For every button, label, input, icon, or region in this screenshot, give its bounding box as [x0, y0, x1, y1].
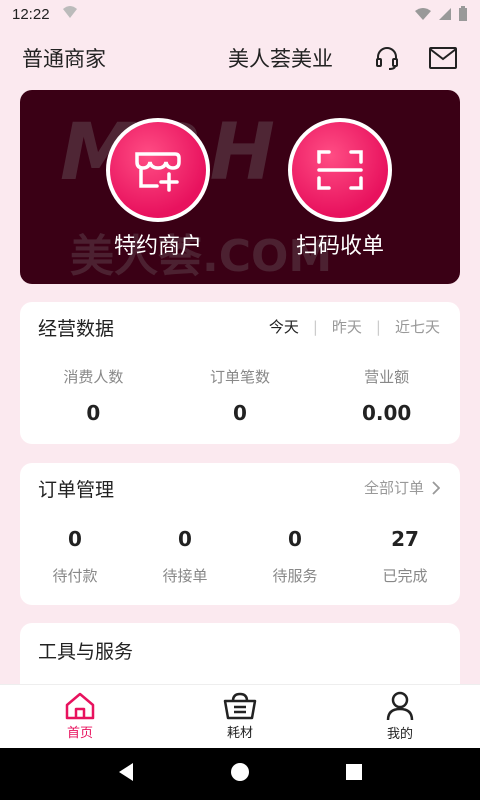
- stat-value: 0: [178, 527, 192, 551]
- stat-value: 0: [233, 401, 247, 425]
- order-pending-accept[interactable]: 0 待接单: [130, 527, 240, 586]
- recents-icon[interactable]: [345, 763, 363, 785]
- scan-collect-button[interactable]: 扫码收单: [280, 118, 400, 260]
- special-merchant-label: 特约商户: [113, 234, 202, 259]
- stat-label: 待接单: [162, 567, 208, 585]
- tab-mine-label: 我的: [386, 727, 413, 742]
- range-today[interactable]: 今天: [269, 316, 299, 337]
- stat-label: 订单笔数: [210, 368, 271, 386]
- stat-orders-count: 订单笔数 0: [167, 366, 314, 425]
- stat-value: 0: [86, 401, 101, 425]
- stat-label: 待服务: [272, 567, 318, 585]
- home-circle-icon[interactable]: [230, 762, 250, 786]
- stat-label: 消费人数: [63, 368, 124, 386]
- wifi-icon: [415, 8, 431, 20]
- special-merchant-button[interactable]: 特约商户: [98, 118, 218, 260]
- stat-value: 0: [288, 527, 302, 551]
- date-range-tabs: 今天 | 昨天 | 近七天: [269, 316, 440, 337]
- order-completed[interactable]: 27 已完成: [350, 527, 460, 586]
- tab-home[interactable]: 首页: [0, 685, 160, 748]
- order-pending-service[interactable]: 0 待服务: [240, 527, 350, 586]
- shop-add-icon: [106, 118, 210, 222]
- range-seven-days[interactable]: 近七天: [395, 316, 440, 337]
- stat-value: 27: [391, 527, 419, 551]
- battery-icon: [459, 6, 467, 21]
- wifi-question-icon: [62, 5, 78, 23]
- stat-label: 待付款: [52, 567, 98, 585]
- all-orders-label: 全部订单: [363, 479, 424, 497]
- bottom-tab-bar: 首页 耗材 我的: [0, 684, 480, 748]
- banner: MRH 美人荟.COM 特约商户 扫码收单: [20, 90, 460, 284]
- scan-icon: [288, 118, 392, 222]
- back-icon[interactable]: [117, 762, 135, 786]
- mail-icon[interactable]: [428, 43, 458, 73]
- tab-home-label: 首页: [66, 726, 93, 741]
- status-bar: 12:22: [0, 0, 480, 28]
- basket-icon: [223, 692, 257, 720]
- stat-value: 0.00: [362, 401, 412, 425]
- tools-title: 工具与服务: [38, 641, 134, 663]
- system-nav-bar: [0, 748, 480, 800]
- tab-mine[interactable]: 我的: [320, 685, 480, 748]
- home-icon: [65, 692, 95, 720]
- order-pending-payment[interactable]: 0 待付款: [20, 527, 130, 586]
- range-yesterday[interactable]: 昨天: [332, 316, 362, 337]
- all-orders-link[interactable]: 全部订单: [364, 477, 440, 498]
- chevron-right-icon: [432, 480, 440, 495]
- stat-label: 已完成: [382, 567, 428, 585]
- stat-consumers: 消费人数 0: [20, 366, 167, 425]
- person-icon: [386, 691, 414, 721]
- status-icons: [414, 6, 468, 22]
- range-divider: |: [375, 317, 381, 336]
- status-time: 12:22: [12, 5, 50, 23]
- stat-label: 营业额: [364, 368, 410, 386]
- merchant-role: 普通商家: [22, 47, 106, 71]
- shop-name[interactable]: 美人荟美业: [228, 43, 333, 73]
- stat-revenue: 营业额 0.00: [313, 366, 460, 425]
- signal-icon: [439, 8, 451, 20]
- business-data-card: 经营数据 今天 | 昨天 | 近七天 消费人数 0 订单笔数 0 营业额 0.0…: [20, 302, 460, 444]
- stat-value: 0: [68, 527, 82, 551]
- tab-supplies-label: 耗材: [226, 726, 253, 741]
- business-data-title: 经营数据: [38, 318, 115, 340]
- headset-icon[interactable]: [372, 43, 402, 73]
- app-header: 普通商家 美人荟美业: [0, 28, 480, 88]
- range-divider: |: [312, 317, 318, 336]
- order-management-card: 订单管理 全部订单 0 待付款 0 待接单 0 待服务 27 已完成: [20, 463, 460, 605]
- tab-supplies[interactable]: 耗材: [160, 685, 320, 748]
- order-management-title: 订单管理: [38, 479, 115, 501]
- scan-collect-label: 扫码收单: [295, 234, 384, 259]
